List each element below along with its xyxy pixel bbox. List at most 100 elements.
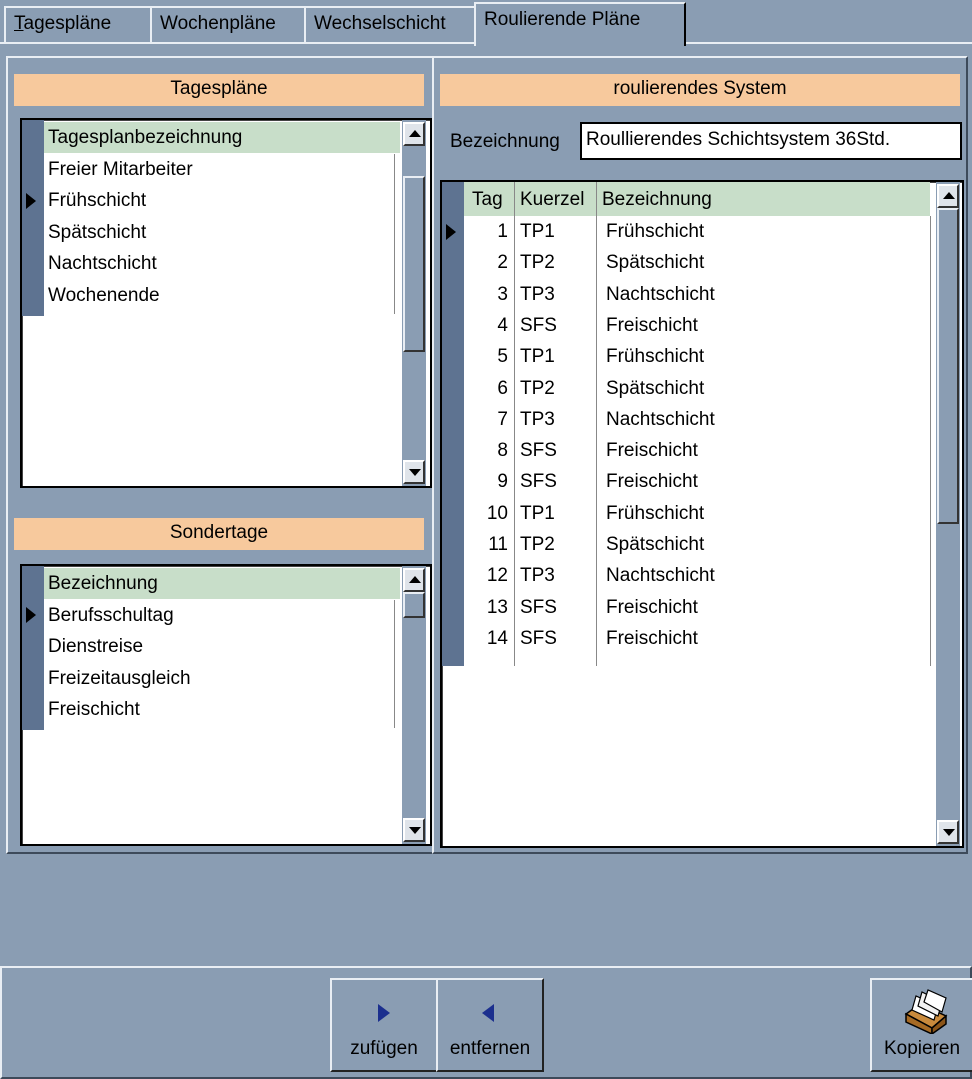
bottom-toolbar: zufügen entfernen Kopieren	[0, 966, 972, 1079]
tab-label: agespläne	[23, 13, 112, 34]
grid-cell-bezeichnung[interactable]: Freischicht	[606, 435, 698, 466]
grid-cell-bezeichnung[interactable]: Freischicht	[606, 623, 698, 654]
grid-cell-tag[interactable]: 7	[464, 404, 508, 435]
remove-button[interactable]: entfernen	[436, 978, 544, 1072]
grid-cell-kuerzel[interactable]: TP3	[520, 404, 555, 435]
grid-scrollbar[interactable]	[936, 182, 960, 846]
list-item[interactable]: Freizeitausgleich	[44, 663, 191, 694]
grid-cell-bezeichnung[interactable]: Frühschicht	[606, 498, 704, 529]
grid-cell-tag[interactable]: 2	[464, 247, 508, 278]
row-indicator-column	[442, 182, 464, 666]
remove-button-label: entfernen	[449, 1038, 531, 1059]
grid-cell-kuerzel[interactable]: SFS	[520, 592, 557, 623]
list-item[interactable]: Nachtschicht	[44, 248, 157, 279]
tagesplaene-scrollbar[interactable]	[402, 120, 426, 486]
bezeichnung-input[interactable]: Roullierendes Schichtsystem 36Std.	[580, 122, 962, 160]
grid-cell-kuerzel[interactable]: SFS	[520, 435, 557, 466]
list-item[interactable]: Frühschicht	[44, 185, 146, 216]
grid-cell-tag[interactable]: 13	[464, 592, 508, 623]
scroll-thumb[interactable]	[937, 208, 959, 524]
grid-cell-tag[interactable]: 14	[464, 623, 508, 654]
grid-cell-tag[interactable]: 9	[464, 466, 508, 497]
scroll-up-button[interactable]	[403, 568, 425, 592]
grid-cell-bezeichnung[interactable]: Freischicht	[606, 592, 698, 623]
list-item[interactable]: Freier Mitarbeiter	[44, 154, 193, 185]
sondertage-column-header[interactable]: Bezeichnung	[44, 568, 400, 599]
tagesplaene-column-header[interactable]: Tagesplanbezeichnung	[44, 122, 400, 153]
list-item[interactable]: Freischicht	[44, 694, 140, 725]
current-row-marker-icon	[26, 193, 36, 209]
grid-cell-kuerzel[interactable]: SFS	[520, 623, 557, 654]
grid-cell-tag[interactable]: 3	[464, 279, 508, 310]
grid-cell-tag[interactable]: 4	[464, 310, 508, 341]
column-divider	[514, 182, 515, 666]
sondertage-scrollbar[interactable]	[402, 566, 426, 844]
grid-cell-tag[interactable]: 11	[464, 529, 508, 560]
copy-button[interactable]: Kopieren	[870, 978, 972, 1072]
grid-cell-tag[interactable]: 5	[464, 341, 508, 372]
grid-cell-bezeichnung[interactable]: Freischicht	[606, 466, 698, 497]
scroll-up-button[interactable]	[937, 184, 959, 208]
scroll-down-button[interactable]	[937, 820, 959, 844]
grid-cell-kuerzel[interactable]: TP2	[520, 247, 555, 278]
arrow-down-icon	[409, 827, 421, 834]
arrow-up-icon	[409, 576, 421, 583]
grid-cell-kuerzel[interactable]: TP2	[520, 529, 555, 560]
grid-cell-kuerzel[interactable]: TP1	[520, 216, 555, 247]
right-panel: roulierendes System Bezeichnung Roullier…	[432, 56, 968, 854]
grid-cell-bezeichnung[interactable]: Frühschicht	[606, 216, 704, 247]
scroll-up-button[interactable]	[403, 122, 425, 146]
grid-cell-bezeichnung[interactable]: Frühschicht	[606, 341, 704, 372]
arrow-up-icon	[409, 130, 421, 137]
tab-wechselschicht[interactable]: Wechselschicht	[304, 6, 476, 42]
grid-cell-kuerzel[interactable]: TP2	[520, 373, 555, 404]
add-button[interactable]: zufügen	[330, 978, 438, 1072]
tab-tagesplaene[interactable]: Tagespläne	[4, 6, 152, 42]
grid-cell-kuerzel[interactable]: TP1	[520, 341, 555, 372]
list-item[interactable]: Dienstreise	[44, 631, 143, 662]
grid-cell-kuerzel[interactable]: SFS	[520, 466, 557, 497]
grid-cell-kuerzel[interactable]: TP1	[520, 498, 555, 529]
column-header-bezeichnung[interactable]: Bezeichnung	[602, 184, 712, 215]
row-indicator-column	[22, 120, 44, 316]
list-item[interactable]: Wochenende	[44, 280, 160, 311]
scroll-thumb[interactable]	[403, 176, 425, 352]
grid-cell-tag[interactable]: 1	[464, 216, 508, 247]
list-item[interactable]: Spätschicht	[44, 217, 146, 248]
tab-label-accelerator: T	[14, 13, 24, 34]
grid-cell-bezeichnung[interactable]: Nachtschicht	[606, 279, 715, 310]
grid-cell-tag[interactable]: 10	[464, 498, 508, 529]
grid-cell-bezeichnung[interactable]: Spätschicht	[606, 373, 704, 404]
arrow-up-icon	[943, 192, 955, 199]
column-header-kuerzel[interactable]: Kuerzel	[520, 184, 584, 215]
tab-label: Wochenpläne	[160, 13, 276, 34]
tagesplaene-list[interactable]: Tagesplanbezeichnung Freier Mitarbeiter …	[20, 118, 432, 488]
grid-cell-kuerzel[interactable]: TP3	[520, 560, 555, 591]
grid-cell-kuerzel[interactable]: TP3	[520, 279, 555, 310]
sondertage-header: Sondertage	[14, 518, 424, 550]
grid-cell-bezeichnung[interactable]: Nachtschicht	[606, 404, 715, 435]
grid-cell-tag[interactable]: 6	[464, 373, 508, 404]
copy-button-label: Kopieren	[883, 1038, 961, 1059]
tab-roulierende-plaene[interactable]: Roulierende Pläne	[474, 2, 686, 46]
scroll-down-button[interactable]	[403, 460, 425, 484]
list-item[interactable]: Berufsschultag	[44, 600, 174, 631]
arrow-right-icon	[378, 1004, 390, 1022]
schedule-grid[interactable]: Tag Kuerzel Bezeichnung 1 TP1 Frühschicht 2…	[440, 180, 964, 848]
grid-cell-tag[interactable]: 8	[464, 435, 508, 466]
grid-cell-bezeichnung[interactable]: Spätschicht	[606, 247, 704, 278]
grid-cell-bezeichnung[interactable]: Nachtschicht	[606, 560, 715, 591]
grid-cell-kuerzel[interactable]: SFS	[520, 310, 557, 341]
bezeichnung-label: Bezeichnung	[450, 131, 560, 152]
scroll-down-button[interactable]	[403, 818, 425, 842]
tab-label: Roulierende Pläne	[484, 9, 641, 30]
tab-wochenplaene[interactable]: Wochenpläne	[150, 6, 306, 42]
grid-cell-bezeichnung[interactable]: Spätschicht	[606, 529, 704, 560]
current-row-marker-icon	[26, 607, 36, 623]
sondertage-list[interactable]: Bezeichnung Berufsschultag Dienstreise F…	[20, 564, 432, 846]
grid-cell-bezeichnung[interactable]: Freischicht	[606, 310, 698, 341]
arrow-down-icon	[943, 829, 955, 836]
scroll-thumb[interactable]	[403, 592, 425, 618]
grid-cell-tag[interactable]: 12	[464, 560, 508, 591]
column-header-tag[interactable]: Tag	[472, 184, 503, 215]
